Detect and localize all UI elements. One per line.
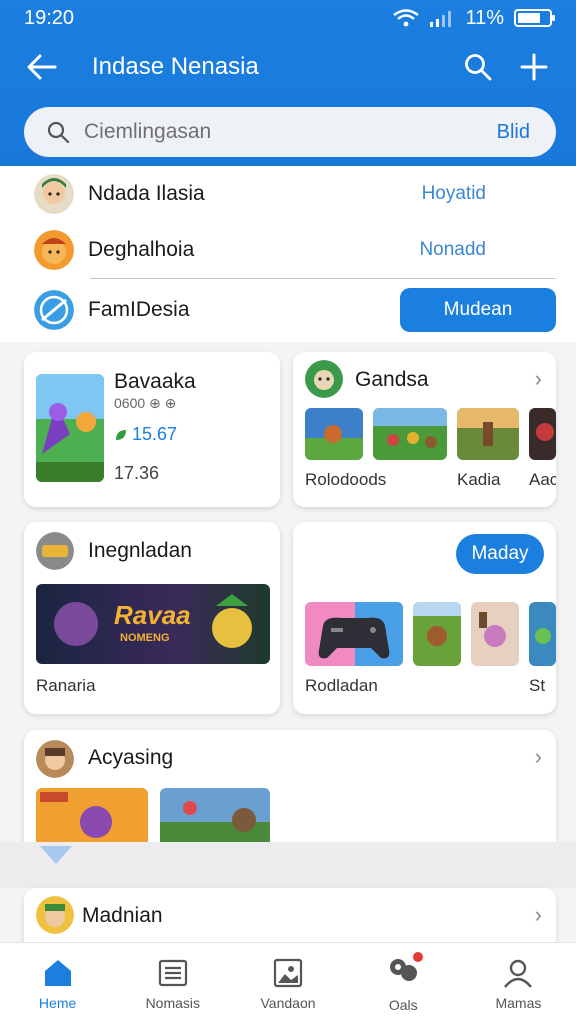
friend-action-button[interactable]: Mudean: [400, 288, 556, 332]
nav-home[interactable]: Heme: [0, 943, 115, 1024]
list-item[interactable]: Ndada Ilasia Hoyatid: [34, 166, 556, 222]
notification-badge: [411, 950, 426, 964]
friend-name: Deghalhoia: [88, 238, 195, 261]
profile-icon: [504, 959, 533, 988]
search-action-button[interactable]: Blid: [497, 121, 530, 144]
game-card-bavaaka[interactable]: Bavaaka 0600 ⊕ ⊕ 15.67 17.36: [24, 352, 280, 507]
search-icon: [465, 54, 492, 81]
thumb-caption: Aac: [529, 470, 556, 489]
chevron-right-icon[interactable]: ›: [535, 744, 542, 770]
nav-profile[interactable]: Mamas: [461, 943, 576, 1024]
nav-gallery[interactable]: Vandaon: [230, 943, 345, 1024]
banner-subtitle: NOMENG: [120, 632, 170, 644]
add-button[interactable]: [514, 47, 554, 87]
status-bar: 19:20 11%: [0, 0, 576, 36]
nav-label: Nomasis: [145, 994, 201, 1011]
search-bar: Blid: [24, 107, 556, 157]
game-card-gandsa[interactable]: Gandsa › Rolodoods Kadia Aac: [293, 352, 556, 507]
game-title: Madnian: [82, 904, 163, 927]
game-price: 17.36: [114, 463, 160, 483]
chevron-right-icon[interactable]: ›: [535, 902, 542, 928]
gallery-icon: [273, 958, 303, 987]
avatar: [34, 230, 74, 270]
chevron-right-icon[interactable]: ›: [535, 366, 542, 392]
title-row: Indase Nenasia: [0, 36, 576, 98]
nav-label: Mamas: [495, 994, 542, 1011]
game-title: Gandsa: [355, 368, 429, 391]
nav-news[interactable]: Nomasis: [115, 943, 230, 1024]
news-icon: [158, 959, 187, 986]
game-avatar: [36, 740, 74, 778]
game-avatar: [305, 360, 343, 398]
game-thumbnail: [160, 788, 270, 848]
game-thumbnail: [413, 602, 461, 666]
ready-button[interactable]: Maday: [456, 534, 544, 574]
game-thumbnail: [305, 408, 363, 460]
page-title: Indase Nenasia: [92, 53, 259, 80]
status-time: 19:20: [24, 6, 75, 29]
game-card-rodladan[interactable]: Maday Rodladan St: [293, 522, 556, 714]
game-avatar: [36, 896, 74, 934]
nav-community[interactable]: Oals: [346, 943, 461, 1024]
wifi-icon: [393, 9, 420, 27]
game-title: Acyasing: [88, 746, 174, 769]
thumb-caption: Ranaria: [36, 676, 96, 695]
avatar: [34, 174, 74, 214]
gamepad-thumbnail: [305, 602, 403, 666]
game-avatar: [36, 532, 74, 570]
battery-percent: 11%: [465, 6, 504, 29]
nav-label: Vandaon: [260, 994, 316, 1011]
home-icon: [44, 959, 71, 986]
search-icon: [47, 121, 70, 144]
banner-title: Ravaa: [114, 600, 191, 630]
search-button[interactable]: [458, 47, 498, 87]
battery-icon: [514, 9, 555, 27]
divider: [90, 278, 556, 279]
game-thumbnail: [36, 374, 104, 482]
app-bar: 19:20 11% Indase Nenasia Blid: [0, 0, 576, 166]
game-card-madnian[interactable]: Madnian ›: [24, 888, 556, 946]
friend-status[interactable]: Nonadd: [419, 239, 486, 261]
game-thumbnail: [457, 408, 519, 460]
list-item[interactable]: Deghalhoia Nonadd: [34, 222, 556, 278]
game-thumbnail: [373, 408, 447, 460]
game-thumbnail: [36, 788, 148, 848]
list-item[interactable]: FamIDesia Mudean: [34, 282, 556, 338]
game-card-inegnladan[interactable]: Inegnladan Ravaa NOMENG Ranaria: [24, 522, 280, 714]
game-title: Inegnladan: [88, 539, 192, 562]
game-thumbnail: [471, 602, 519, 666]
leaf-icon: [116, 429, 126, 440]
search-input[interactable]: [84, 120, 497, 144]
game-score: 15.67: [114, 424, 177, 445]
friend-status[interactable]: Hoyatid: [422, 183, 486, 205]
plus-icon: [520, 53, 548, 81]
game-title: Bavaaka: [114, 370, 196, 393]
game-banner: Ravaa NOMENG: [36, 584, 270, 664]
game-thumbnail: [529, 602, 556, 666]
thumb-caption: St: [529, 676, 546, 695]
friend-name: FamIDesia: [88, 298, 190, 321]
signal-icon: [430, 11, 452, 27]
avatar: [34, 290, 74, 330]
status-icons: 11%: [393, 6, 555, 30]
back-button[interactable]: [22, 47, 62, 87]
nav-label: Oals: [388, 997, 418, 1013]
community-icon-wrap: [387, 950, 426, 991]
game-thumbnail: [529, 408, 556, 460]
thumb-caption: Kadia: [457, 470, 501, 489]
thumb-caption: Rodladan: [305, 676, 378, 695]
thumb-caption: Rolodoods: [305, 470, 387, 489]
friends-list: Ndada Ilasia Hoyatid Deghalhoia Nonadd F…: [0, 166, 576, 342]
section-fade: [0, 842, 576, 888]
nav-label: Heme: [38, 994, 77, 1011]
game-meta: 0600 ⊕ ⊕: [114, 395, 177, 411]
caret-down-icon: [40, 846, 72, 864]
friend-name: Ndada Ilasia: [88, 182, 205, 205]
bottom-navigation: Heme Nomasis Vandaon Oals Mamas: [0, 942, 576, 1024]
arrow-left-icon: [27, 54, 57, 80]
